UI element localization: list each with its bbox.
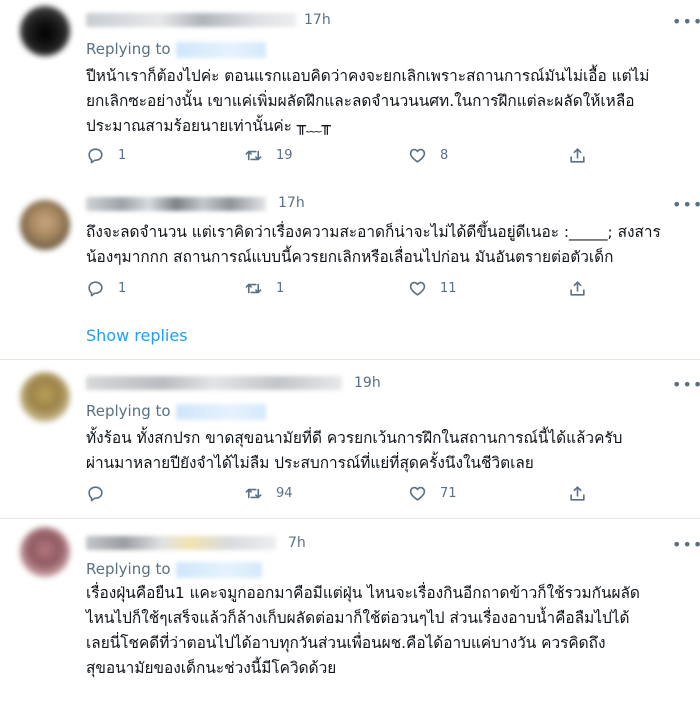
retweet-count: 19 [276,148,293,163]
like-count: 71 [440,486,457,501]
timestamp[interactable]: 17h [278,195,305,211]
show-replies-link[interactable]: Show replies [86,326,188,345]
tweet-4[interactable]: 7h ••• Replying to เรื่องฝุ่นคือยืน1 แคะ… [0,519,700,720]
replying-to-mention[interactable] [176,42,266,58]
tweet-text: ถึงจะลดจำนวน แต่เราคิดว่าเรื่องความสะอาด… [86,223,661,266]
like-icon [408,146,427,165]
reply-icon [86,146,105,165]
retweet-button[interactable]: 94 [244,484,293,503]
author-name[interactable] [86,197,266,211]
reply-icon [86,279,105,298]
replying-to-mention[interactable] [176,404,266,420]
replying-to-label: Replying to [86,560,171,578]
reply-button[interactable] [86,484,118,503]
avatar[interactable] [20,6,70,56]
reply-count: 1 [118,148,127,163]
action-bar: 1 19 8 [86,146,606,166]
tweet-1[interactable]: 17h ••• Replying to ปีหน้าเราก็ต้องไปค่ะ… [0,0,700,180]
reply-button[interactable]: 1 [86,279,126,298]
reply-icon [86,484,105,503]
reply-button[interactable]: 1 [86,146,126,165]
retweet-icon [244,484,263,503]
avatar[interactable] [20,200,70,250]
share-button[interactable] [568,146,587,165]
timestamp[interactable]: 17h [304,12,331,28]
tweet-2[interactable]: 17h ••• ถึงจะลดจำนวน แต่เราคิดว่าเรื่องค… [0,180,700,355]
reply-count: 1 [118,281,127,296]
tweet-3[interactable]: 19h ••• Replying to ทั้งร้อน ทั้งสกปรก ข… [0,360,700,518]
like-icon [408,279,427,298]
more-icon[interactable]: ••• [672,377,700,393]
like-count: 8 [440,148,449,163]
share-icon [568,484,587,503]
avatar[interactable] [20,372,70,422]
share-button[interactable] [568,484,587,503]
replying-to-label: Replying to [86,40,171,58]
like-button[interactable]: 71 [408,484,457,503]
retweet-icon [244,279,263,298]
like-button[interactable]: 8 [408,146,448,165]
like-icon [408,484,427,503]
timestamp[interactable]: 19h [354,375,381,391]
replying-to-mention[interactable] [176,562,262,578]
like-button[interactable]: 11 [408,279,457,298]
retweet-button[interactable]: 1 [244,279,284,298]
more-icon[interactable]: ••• [672,14,700,30]
action-bar: 94 71 [86,484,606,504]
tweet-text: เรื่องฝุ่นคือยืน1 แคะจมูกออกมาคือมีแต่ฝุ… [86,584,640,677]
replying-to-label: Replying to [86,402,171,420]
tweet-text: ปีหน้าเราก็ต้องไปค่ะ ตอนแรกแอบคิดว่าคงจะ… [86,67,650,135]
tweet-text: ทั้งร้อน ทั้งสกปรก ขาดสุขอนามัยที่ดี ควร… [86,429,623,472]
retweet-button[interactable]: 19 [244,146,293,165]
share-icon [568,146,587,165]
share-icon [568,279,587,298]
avatar[interactable] [20,527,70,577]
author-name[interactable] [86,13,296,27]
author-name[interactable] [86,536,276,550]
share-button[interactable] [568,279,587,298]
retweet-count: 94 [276,486,293,501]
more-icon[interactable]: ••• [672,537,700,553]
timestamp[interactable]: 7h [288,535,306,551]
retweet-count: 1 [276,281,285,296]
retweet-icon [244,146,263,165]
action-bar: 1 1 11 [86,279,606,299]
like-count: 11 [440,281,457,296]
author-name[interactable] [86,376,342,390]
more-icon[interactable]: ••• [672,197,700,213]
